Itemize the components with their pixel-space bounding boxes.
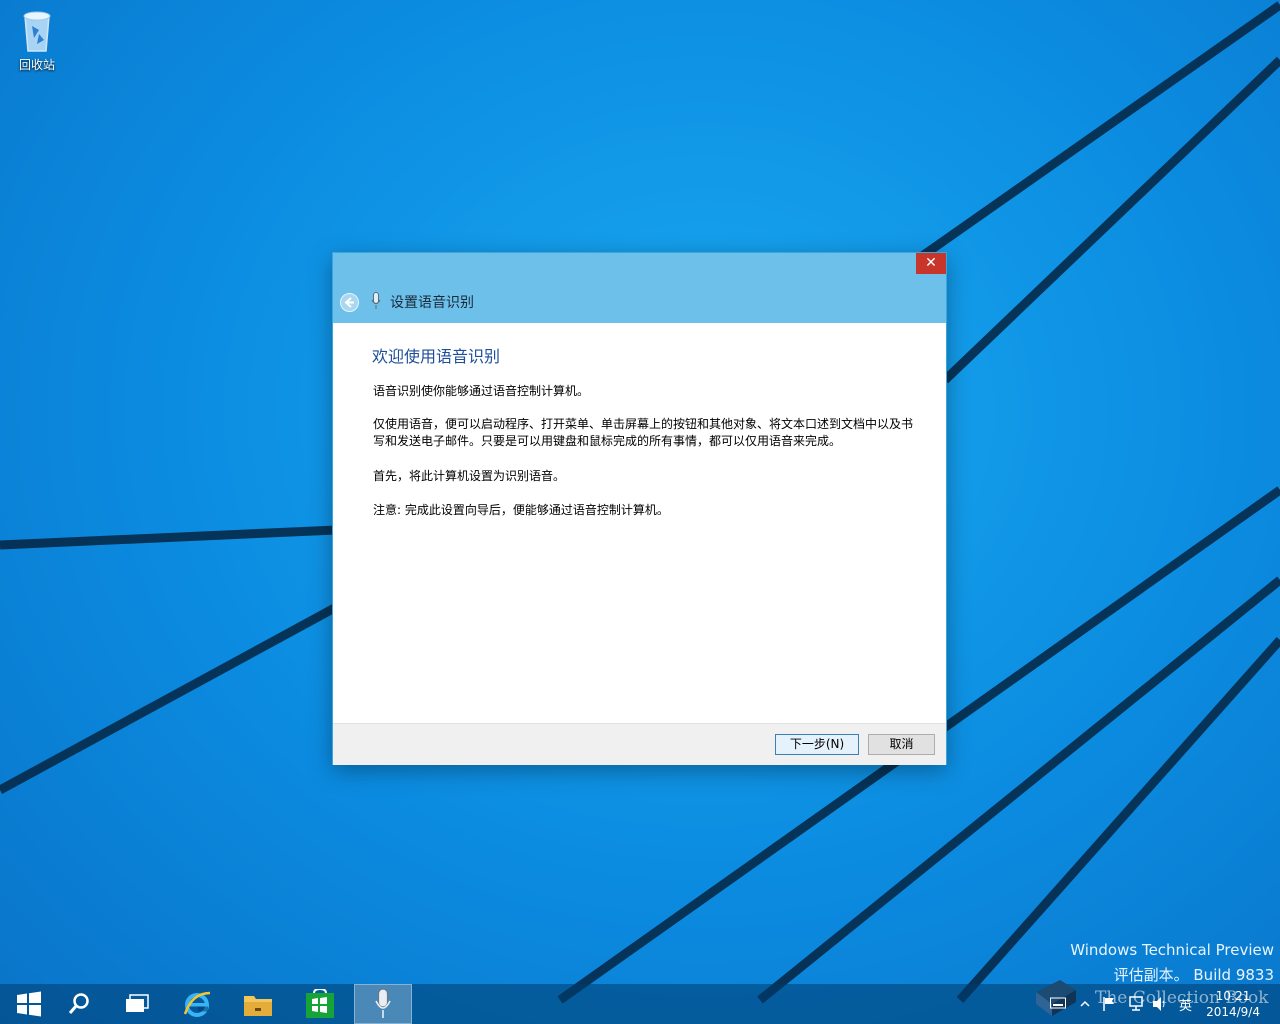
- next-button[interactable]: 下一步(N): [775, 734, 859, 755]
- welcome-heading: 欢迎使用语音识别: [372, 347, 501, 366]
- speech-recognition-taskbar-button[interactable]: [354, 984, 412, 1024]
- search-icon: [68, 993, 89, 1014]
- book-logo-icon: [1036, 980, 1076, 1016]
- clock-date: 2014/9/4: [1206, 1005, 1260, 1019]
- store-icon: [306, 989, 334, 1018]
- file-explorer-button[interactable]: [229, 984, 287, 1024]
- keyboard-icon[interactable]: [1050, 997, 1066, 1009]
- back-arrow-icon: [344, 297, 354, 308]
- start-icon: [17, 991, 41, 1017]
- paragraph-first-step: 首先，将此计算机设置为识别语音。: [373, 469, 566, 483]
- taskbar-clock[interactable]: 10:21 2014/9/4: [1206, 988, 1260, 1020]
- build-watermark-title: Windows Technical Preview: [1070, 941, 1274, 959]
- recycle-bin-label: 回收站: [18, 58, 55, 72]
- paragraph-note: 注意: 完成此设置向导后，便能够通过语音控制计算机。: [373, 503, 669, 517]
- show-hidden-icons-chevron-icon[interactable]: [1080, 1000, 1090, 1008]
- internet-explorer-button[interactable]: [168, 984, 226, 1024]
- task-view-icon: [126, 994, 149, 1012]
- paragraph-intro: 语音识别使你能够通过语音控制计算机。: [373, 384, 590, 398]
- microphone-icon: [371, 292, 381, 309]
- taskbar: The Collection Book 英 10:21 2014/9/4: [0, 980, 1280, 1024]
- speech-recognition-icon: [375, 988, 391, 1018]
- store-button[interactable]: [291, 984, 349, 1024]
- dialog-header: ✕ 设置语音识别: [333, 253, 946, 323]
- build-watermark-version: 评估副本。 Build 9833: [1113, 966, 1274, 984]
- back-button[interactable]: [340, 293, 359, 312]
- internet-explorer-icon: [183, 991, 211, 1017]
- volume-icon[interactable]: [1152, 996, 1168, 1012]
- cancel-button[interactable]: 取消: [868, 734, 935, 755]
- network-icon[interactable]: [1128, 996, 1144, 1012]
- task-view-button[interactable]: [108, 984, 166, 1024]
- dialog-body: 欢迎使用语音识别 语音识别使你能够通过语音控制计算机。 仅使用语音，便可以启动程…: [333, 323, 946, 723]
- recycle-bin-desktop-icon[interactable]: 回收站: [8, 6, 66, 73]
- file-explorer-icon: [244, 996, 272, 1016]
- clock-time: 10:21: [1215, 989, 1251, 1003]
- action-center-flag-icon[interactable]: [1102, 996, 1116, 1012]
- input-method-indicator[interactable]: 英: [1179, 995, 1192, 1014]
- speech-setup-dialog: ✕ 设置语音识别 欢迎使用语音识别 语音识别使你能够通过语音控制计算机。 仅使用…: [333, 253, 946, 765]
- dialog-footer: 下一步(N) 取消: [333, 723, 946, 765]
- paragraph-capabilities: 仅使用语音，便可以启动程序、打开菜单、单击屏幕上的按钮和其他对象、将文本口述到文…: [373, 417, 914, 448]
- search-button[interactable]: [50, 984, 108, 1024]
- close-button[interactable]: ✕: [916, 253, 946, 274]
- recycle-bin-icon: [23, 11, 51, 52]
- dialog-title: 设置语音识别: [390, 295, 474, 311]
